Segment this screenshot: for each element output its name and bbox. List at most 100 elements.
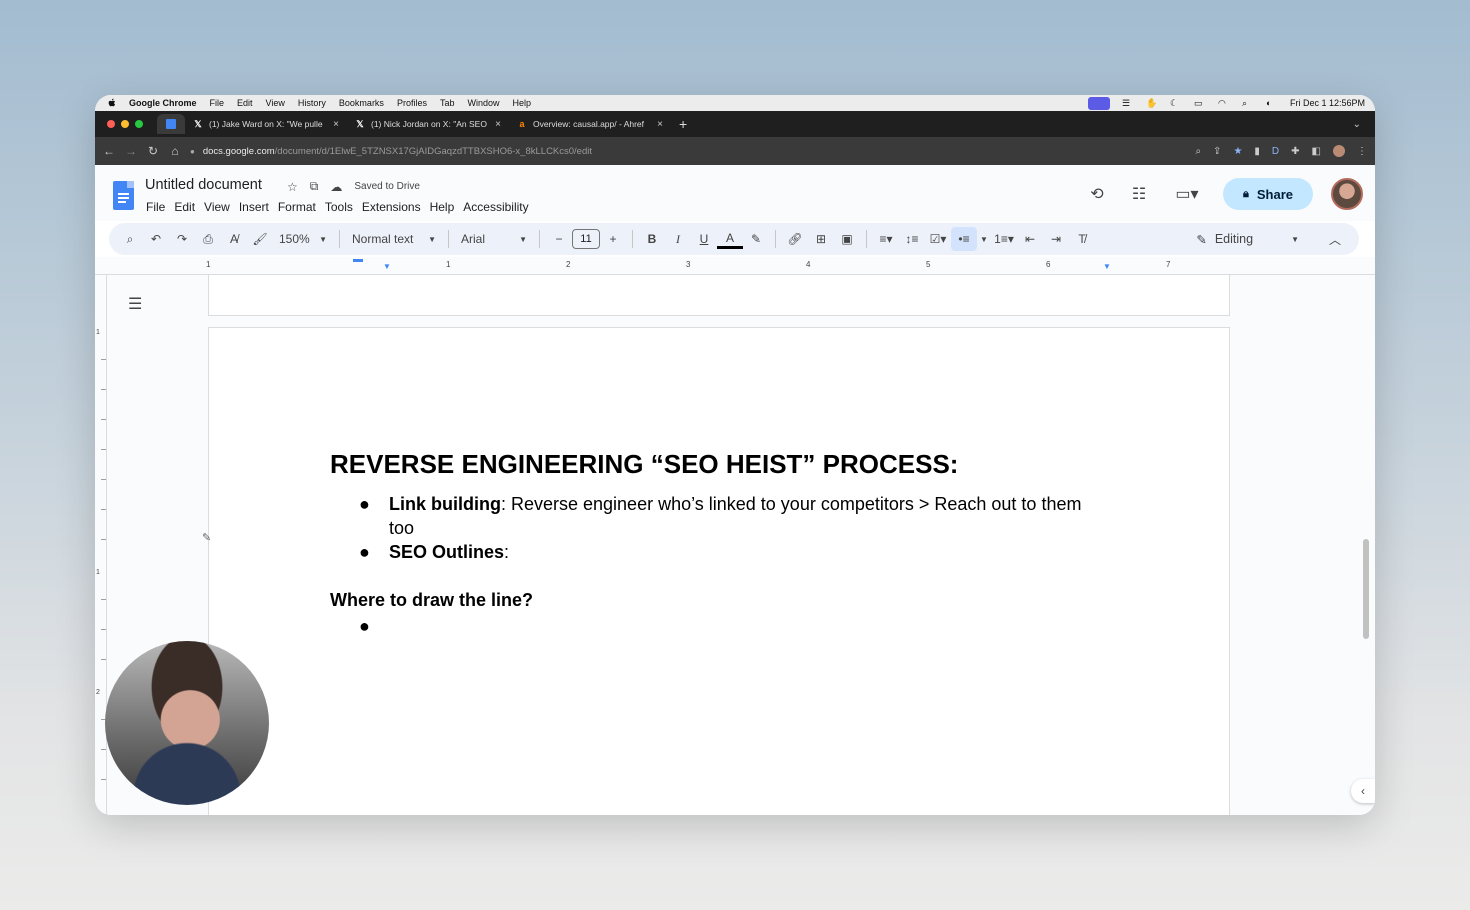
control-center-icon[interactable]: ☰	[1122, 98, 1134, 108]
zoom-window-button[interactable]	[135, 120, 143, 128]
docs-menu-edit[interactable]: Edit	[174, 200, 195, 214]
decrease-indent-icon[interactable]: ⇤	[1017, 227, 1043, 251]
style-select[interactable]: Normal text ▼	[346, 227, 442, 251]
horizontal-ruler[interactable]: 1 ▼ 1 2 3 4 5 6 ▼ 7	[95, 257, 1375, 275]
font-size-input[interactable]: 11	[572, 229, 600, 249]
menu-edit[interactable]: Edit	[237, 98, 253, 108]
document-title[interactable]: Untitled document	[145, 177, 262, 193]
cloud-saved-icon[interactable]: ☁	[330, 180, 342, 194]
share-button[interactable]: 🔒︎ Share	[1223, 178, 1313, 210]
document-heading[interactable]: REVERSE ENGINEERING “SEO HEIST” PROCESS:	[330, 449, 958, 480]
docs-menu-accessibility[interactable]: Accessibility	[463, 200, 528, 214]
reload-icon[interactable]: ↻	[142, 144, 164, 158]
increase-font-size-icon[interactable]: +	[600, 227, 626, 251]
checklist-icon[interactable]: ☑▾	[925, 227, 951, 251]
spotlight-icon[interactable]: ⌕	[1242, 98, 1254, 108]
menu-help[interactable]: Help	[512, 98, 531, 108]
vertical-scrollbar[interactable]	[1363, 539, 1369, 639]
toggle-icon[interactable]: ◐	[1266, 98, 1278, 108]
menu-bookmarks[interactable]: Bookmarks	[339, 98, 384, 108]
editing-mode-select[interactable]: ✎ Editing ▼	[1196, 232, 1299, 247]
bold-icon[interactable]: B	[639, 227, 665, 251]
new-tab-button[interactable]: +	[679, 116, 687, 132]
more-menu-icon[interactable]: ⋮	[1357, 146, 1367, 157]
minimize-window-button[interactable]	[121, 120, 129, 128]
docs-menu-insert[interactable]: Insert	[239, 200, 269, 214]
menu-profiles[interactable]: Profiles	[397, 98, 427, 108]
tab-jake-ward[interactable]: 𝕏 (1) Jake Ward on X: "We pulle ×	[185, 114, 347, 134]
list-item[interactable]: ● SEO Outlines:	[359, 540, 1109, 564]
menu-history[interactable]: History	[298, 98, 326, 108]
align-icon[interactable]: ≡▾	[873, 227, 899, 251]
add-comment-icon[interactable]: ⊞	[808, 227, 834, 251]
move-folder-icon[interactable]: ⧉	[310, 179, 319, 194]
user-avatar[interactable]	[1331, 178, 1363, 210]
menu-file[interactable]: File	[210, 98, 225, 108]
insert-link-icon[interactable]: 🔗︎	[782, 227, 808, 251]
tab-google-docs[interactable]	[157, 114, 185, 134]
document-subheading[interactable]: Where to draw the line?	[330, 590, 533, 611]
side-panel-toggle-icon[interactable]: ‹	[1351, 779, 1375, 803]
italic-icon[interactable]: I	[665, 227, 691, 251]
datetime[interactable]: Fri Dec 1 12:56PM	[1290, 98, 1365, 108]
paint-format-icon[interactable]: 🖌︎	[247, 227, 273, 251]
battery-icon[interactable]: ▭	[1194, 98, 1206, 108]
close-window-button[interactable]	[107, 120, 115, 128]
zoom-select[interactable]: 150% ▼	[273, 227, 333, 251]
hand-icon[interactable]: ✋	[1146, 98, 1158, 108]
moon-icon[interactable]: ☾	[1170, 98, 1182, 108]
bulleted-list-icon[interactable]: •≡	[951, 227, 977, 251]
undo-icon[interactable]: ↶	[143, 227, 169, 251]
close-tab-icon[interactable]: ×	[333, 119, 339, 130]
underline-icon[interactable]: U	[691, 227, 717, 251]
close-tab-icon[interactable]: ×	[657, 119, 663, 130]
document-outline-icon[interactable]: ☰	[128, 294, 142, 314]
document-page[interactable]: REVERSE ENGINEERING “SEO HEIST” PROCESS:…	[208, 327, 1230, 815]
comments-icon[interactable]: ☷	[1127, 184, 1151, 204]
bullet-options-icon[interactable]: ▼	[977, 227, 991, 251]
docs-menu-view[interactable]: View	[204, 200, 230, 214]
spellcheck-icon[interactable]: A̸	[221, 227, 247, 251]
hide-menus-icon[interactable]: ︿	[1329, 231, 1341, 248]
list-item[interactable]: ● Link building: Reverse engineer who’s …	[359, 492, 1109, 540]
home-icon[interactable]: ⌂	[164, 144, 186, 158]
highlight-icon[interactable]: ✎	[743, 227, 769, 251]
numbered-list-icon[interactable]: 1≡▾	[991, 227, 1017, 251]
docs-menu-extensions[interactable]: Extensions	[362, 200, 421, 214]
side-panel-icon[interactable]: ◧	[1312, 146, 1321, 157]
menu-window[interactable]: Window	[467, 98, 499, 108]
extension-d-icon[interactable]: D	[1272, 146, 1279, 157]
right-indent-marker[interactable]: ▼	[1103, 262, 1111, 271]
profile-avatar[interactable]	[1333, 145, 1345, 157]
first-line-indent-marker[interactable]: ▼	[383, 262, 391, 271]
forward-icon[interactable]: →	[120, 144, 142, 158]
redo-icon[interactable]: ↷	[169, 227, 195, 251]
tab-ahrefs[interactable]: a Overview: causal.app/ - Ahref ×	[509, 114, 671, 134]
extension-icon[interactable]: ▮	[1254, 146, 1260, 157]
docs-menu-file[interactable]: File	[146, 200, 165, 214]
version-history-icon[interactable]: ⟲	[1085, 184, 1109, 204]
increase-indent-icon[interactable]: ⇥	[1043, 227, 1069, 251]
menu-view[interactable]: View	[266, 98, 285, 108]
apple-icon[interactable]	[107, 98, 117, 108]
text-color-icon[interactable]: A	[717, 229, 743, 249]
print-icon[interactable]: ⎙	[195, 227, 221, 251]
url-field[interactable]: ● docs.google.com/document/d/1ElwE_5TZNS…	[190, 141, 1175, 161]
search-menus-icon[interactable]: ⌕	[117, 227, 143, 251]
menu-app-name[interactable]: Google Chrome	[129, 98, 197, 108]
bookmark-star-icon[interactable]: ★	[1233, 146, 1242, 157]
left-indent-marker[interactable]	[353, 259, 363, 262]
site-info-icon[interactable]: ●	[190, 147, 195, 156]
star-icon[interactable]: ☆	[287, 180, 298, 194]
wifi-icon[interactable]: ◠	[1218, 98, 1230, 108]
docs-menu-help[interactable]: Help	[430, 200, 455, 214]
docs-menu-format[interactable]: Format	[278, 200, 316, 214]
share-page-icon[interactable]: ⇪	[1213, 146, 1221, 157]
screen-record-icon[interactable]	[1087, 96, 1110, 110]
font-select[interactable]: Arial ▼	[455, 227, 533, 251]
tab-search-icon[interactable]: ⌄	[1353, 119, 1361, 130]
decrease-font-size-icon[interactable]: −	[546, 227, 572, 251]
zoom-icon[interactable]: ⌕	[1195, 146, 1201, 157]
meet-icon[interactable]: ▭▾	[1169, 184, 1205, 204]
extensions-puzzle-icon[interactable]: ✚	[1291, 146, 1299, 157]
